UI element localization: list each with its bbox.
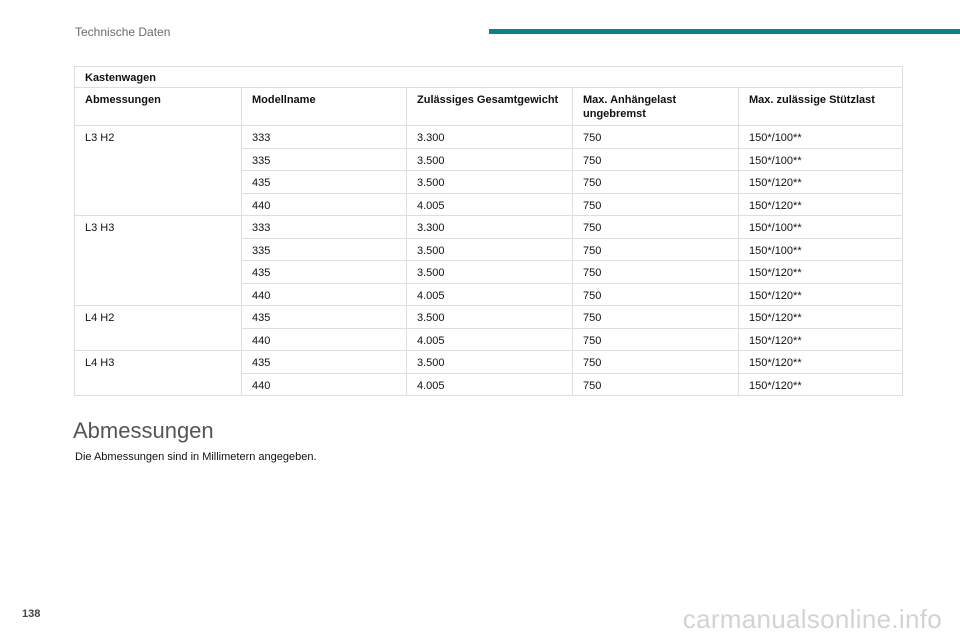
table-cell: 435 — [241, 305, 407, 329]
table-cell: 3.500 — [406, 237, 573, 261]
section-text: Die Abmessungen sind in Millimetern ange… — [75, 451, 317, 463]
table-cell: 150*/120** — [737, 260, 904, 284]
table-cell: 435 — [241, 260, 407, 284]
table-cell: 150*/120** — [737, 372, 904, 396]
section-heading: Abmessungen — [73, 418, 214, 443]
table-row: L3 H3 333 3.300 750 150*/100** — [74, 215, 904, 306]
table-cell: 750 — [572, 215, 739, 239]
dimension-cell: L4 H3 — [74, 350, 242, 396]
table-cell: 150*/100** — [737, 147, 904, 171]
table-cell: 435 — [241, 170, 407, 194]
table-cell: 3.300 — [406, 215, 573, 239]
table-cell: 150*/120** — [737, 170, 904, 194]
dimension-cell: L4 H2 — [74, 305, 242, 351]
table-cell: 3.300 — [406, 125, 573, 149]
page-number: 138 — [22, 608, 41, 620]
header-accent-bar — [489, 29, 960, 34]
table-cell: 440 — [241, 327, 407, 351]
table-title: Kastenwagen — [73, 66, 904, 88]
column-header: Abmessungen — [74, 87, 242, 126]
table-cell: 4.005 — [406, 282, 573, 306]
table-cell: 750 — [572, 125, 739, 149]
table-cell: 750 — [572, 260, 739, 284]
dimension-cell: L3 H2 — [74, 125, 242, 216]
table-cell: 4.005 — [406, 327, 573, 351]
table-cell: 750 — [572, 282, 739, 306]
table-cell: 335 — [241, 147, 407, 171]
watermark: carmanualsonline.info — [682, 604, 942, 634]
table-cell: 3.500 — [406, 260, 573, 284]
table-cell: 750 — [572, 170, 739, 194]
table-cell: 3.500 — [406, 305, 573, 329]
table-cell: 4.005 — [406, 372, 573, 396]
table-header-row: Abmessungen Modellname Zulässiges Gesamt… — [74, 87, 904, 126]
table-cell: 150*/120** — [737, 350, 904, 374]
table-cell: 440 — [241, 282, 407, 306]
table-cell: 150*/100** — [737, 125, 904, 149]
table-cell: 150*/120** — [737, 327, 904, 351]
table-cell: 750 — [572, 305, 739, 329]
table-cell: 150*/120** — [737, 282, 904, 306]
table-cell: 333 — [241, 215, 407, 239]
table-cell: 4.005 — [406, 192, 573, 216]
table-cell: 150*/120** — [737, 305, 904, 329]
table-row: L4 H2 435 3.500 750 150*/120** — [74, 305, 904, 351]
table-cell: 435 — [241, 350, 407, 374]
table-body: L3 H2 333 3.300 750 150*/100** 335 3.500 750 150… — [74, 125, 904, 396]
section-title: Technische Daten — [75, 25, 171, 39]
table-cell: 150*/120** — [737, 192, 904, 216]
table-cell: 333 — [241, 125, 407, 149]
table-cell: 750 — [572, 192, 739, 216]
column-header: Zulässiges Gesamtgewicht — [406, 87, 573, 126]
column-header: Modellname — [241, 87, 407, 126]
table-cell: 750 — [572, 147, 739, 171]
table-cell: 3.500 — [406, 170, 573, 194]
table-cell: 150*/100** — [737, 215, 904, 239]
table-cell: 750 — [572, 372, 739, 396]
table-cell: 3.500 — [406, 350, 573, 374]
table-cell: 440 — [241, 372, 407, 396]
table-cell: 3.500 — [406, 147, 573, 171]
table-cell: 335 — [241, 237, 407, 261]
table-row: L4 H3 435 3.500 750 150*/120** — [74, 350, 904, 396]
column-header: Max. zulässige Stützlast — [737, 87, 904, 126]
table-cell: 150*/100** — [737, 237, 904, 261]
table-cell: 750 — [572, 327, 739, 351]
table-cell: 750 — [572, 237, 739, 261]
table-cell: 750 — [572, 350, 739, 374]
spec-table: Kastenwagen Abmessungen Modellname Zuläs… — [73, 66, 904, 396]
dimension-cell: L3 H3 — [74, 215, 242, 306]
table-row: L3 H2 333 3.300 750 150*/100** — [74, 125, 904, 216]
column-header: Max. Anhängelast ungebremst — [572, 87, 739, 126]
table-cell: 440 — [241, 192, 407, 216]
